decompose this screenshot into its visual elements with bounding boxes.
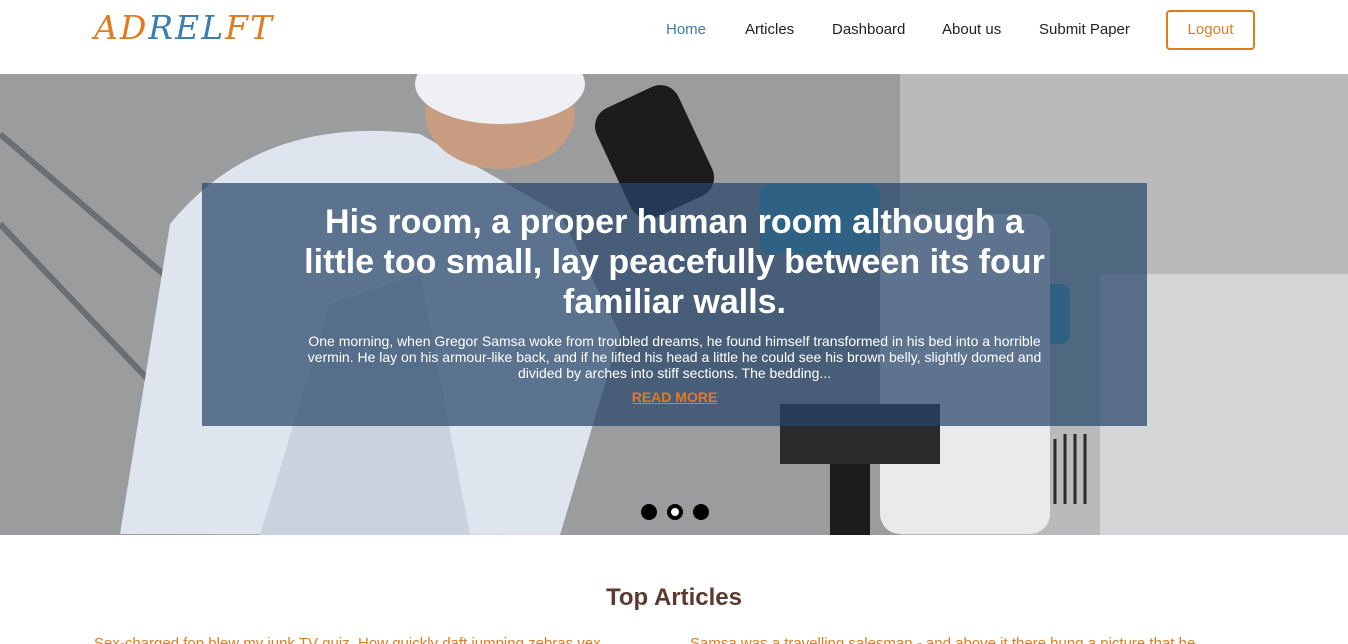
hero-carousel: His room, a proper human room although a… [0, 74, 1348, 535]
article-link-1[interactable]: Sex-charged fop blew my junk TV quiz. Ho… [94, 634, 654, 644]
carousel-dot-2[interactable] [667, 504, 683, 520]
logo-text: ADRELFT [94, 8, 275, 47]
hero-body: One morning, when Gregor Samsa woke from… [307, 333, 1042, 381]
nav-dashboard[interactable]: Dashboard [832, 20, 905, 40]
top-articles-heading: Top Articles [605, 584, 743, 611]
hero-title: His room, a proper human room although a… [304, 203, 1045, 321]
nav-articles[interactable]: Articles [745, 20, 794, 40]
nav-about-us[interactable]: About us [942, 20, 1001, 40]
logout-button[interactable]: Logout [1166, 10, 1255, 50]
article-link-2[interactable]: Samsa was a travelling salesman - and ab… [690, 634, 1250, 644]
site-header: ADRELFT Home Articles Dashboard About us… [0, 0, 1348, 74]
nav-home[interactable]: Home [666, 20, 706, 40]
nav-submit-paper[interactable]: Submit Paper [1039, 20, 1130, 40]
carousel-dot-3[interactable] [693, 504, 709, 520]
read-more-link[interactable]: READ MORE [632, 389, 718, 405]
carousel-caption: His room, a proper human room although a… [202, 183, 1147, 426]
carousel-dot-1[interactable] [641, 504, 657, 520]
site-logo[interactable]: ADRELFT [94, 8, 274, 48]
